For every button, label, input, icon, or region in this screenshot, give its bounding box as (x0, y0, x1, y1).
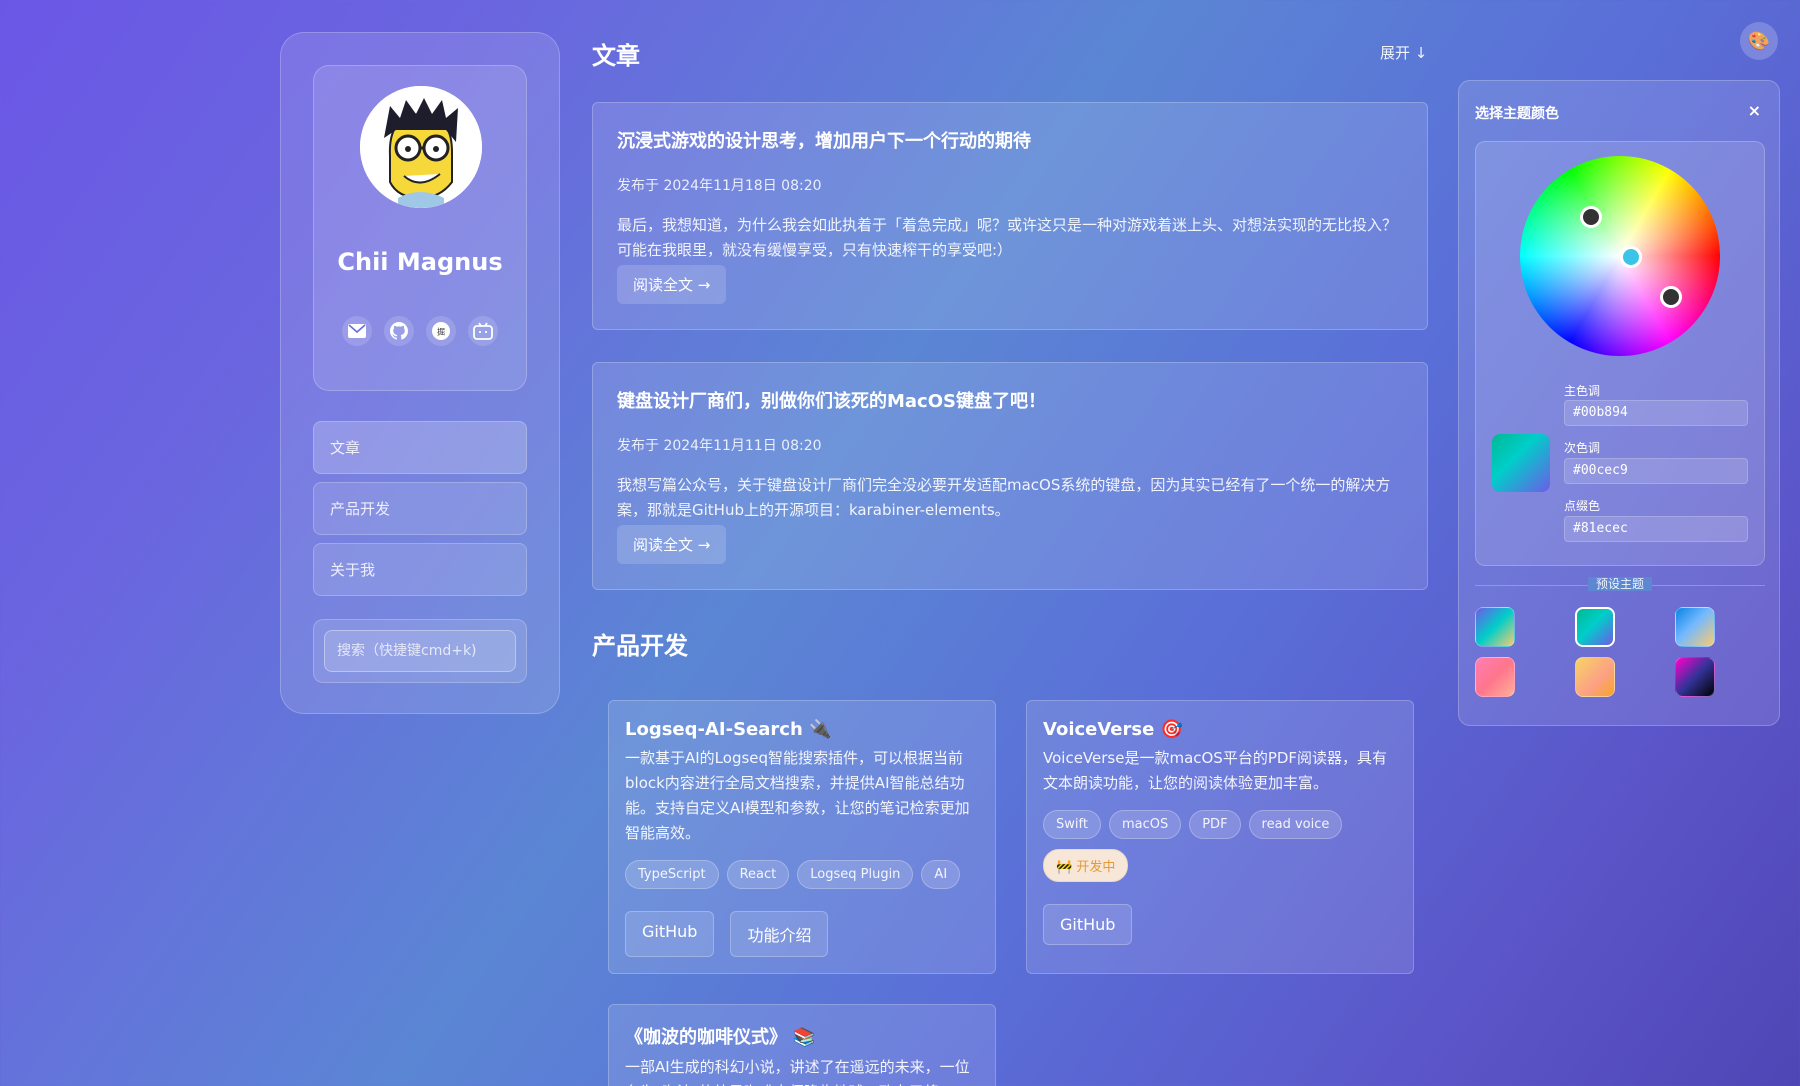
status-badge: 🚧 开发中 (1043, 849, 1129, 882)
preset-theme-swatch[interactable] (1675, 607, 1715, 647)
sidebar-nav: 文章 产品开发 关于我 (313, 421, 527, 604)
plug-icon: 🔌 (809, 719, 832, 740)
sidebar-item-articles[interactable]: 文章 (313, 421, 527, 474)
primary-color-input[interactable]: #00b894 (1564, 400, 1748, 426)
preset-theme-swatch[interactable] (1475, 607, 1515, 647)
books-icon: 📚 (793, 1027, 816, 1048)
feature-intro-button[interactable]: 功能介绍 (730, 911, 829, 957)
product-tags: Swift macOS PDF read voice (1043, 810, 1397, 839)
preset-theme-swatch[interactable] (1475, 657, 1515, 697)
read-more-button[interactable]: 阅读全文 → (617, 265, 727, 304)
preset-themes-title: 预设主题 (1475, 575, 1765, 592)
social-links: 掘 (314, 316, 526, 346)
avatar[interactable] (360, 86, 482, 208)
preset-theme-swatch[interactable] (1575, 607, 1615, 647)
product-title: VoiceVerse 🎯 (1043, 719, 1184, 740)
primary-color-label: 主色调 (1564, 384, 1601, 398)
article-excerpt: 我想写篇公众号，关于键盘设计厂商们完全没必要开发适配macOS系统的键盘，因为其… (617, 476, 1391, 519)
product-description: 一款基于AI的Logseq智能搜索插件，可以根据当前block内容进行全局文档搜… (625, 749, 970, 842)
target-icon: 🎯 (1160, 719, 1184, 740)
product-links: GitHub (1043, 904, 1397, 945)
bilibili-icon[interactable] (468, 316, 498, 346)
search-input[interactable] (324, 630, 516, 672)
sidebar: Chii Magnus 掘 文章 产品开发 关于我 (280, 32, 560, 714)
tag: React (726, 860, 790, 889)
product-title: Logseq-AI-Search 🔌 (625, 719, 832, 740)
tag: macOS (1108, 810, 1182, 839)
close-icon[interactable]: × (1748, 101, 1761, 120)
sidebar-item-products[interactable]: 产品开发 (313, 482, 527, 535)
preset-theme-swatch[interactable] (1575, 657, 1615, 697)
tag: PDF (1189, 810, 1241, 839)
svg-text:掘: 掘 (437, 328, 445, 337)
product-tags: TypeScript React Logseq Plugin AI (625, 860, 979, 889)
product-status: 🚧 开发中 (1043, 849, 1397, 882)
sidebar-item-about[interactable]: 关于我 (313, 543, 527, 596)
article-card: 键盘设计厂商们，别做你们该死的MacOS键盘了吧！ 发布于 2024年11月11… (592, 362, 1428, 590)
article-date: 发布于 2024年11月18日 08:20 (617, 178, 822, 194)
tag: read voice (1248, 810, 1343, 839)
color-handle-primary[interactable] (1620, 246, 1642, 268)
profile-card: Chii Magnus 掘 (313, 65, 527, 391)
product-links: GitHub 功能介绍 (625, 911, 979, 957)
product-title: 《咖波的咖啡仪式》 📚 (625, 1027, 816, 1048)
product-card: Logseq-AI-Search 🔌 一款基于AI的Logseq智能搜索插件，可… (608, 700, 996, 974)
products-section-title: 产品开发 (592, 632, 688, 660)
theme-panel-title: 选择主题颜色 (1475, 106, 1559, 122)
secondary-color-input[interactable]: #00cec9 (1564, 458, 1748, 484)
tag: Swift (1043, 810, 1101, 839)
articles-section-title: 文章 (592, 42, 640, 70)
secondary-color-label: 次色调 (1564, 441, 1601, 455)
github-link-button[interactable]: GitHub (625, 911, 715, 957)
color-handle-accent[interactable] (1580, 206, 1602, 228)
article-date: 发布于 2024年11月11日 08:20 (617, 438, 822, 454)
product-card: 《咖波的咖啡仪式》 📚 一部AI生成的科幻小说，讲述了在遥远的未来，一位名为"咖… (608, 1004, 996, 1086)
juejin-icon[interactable]: 掘 (426, 316, 456, 346)
read-more-button[interactable]: 阅读全文 → (617, 525, 727, 564)
article-excerpt: 最后，我想知道，为什么我会如此执着于「着急完成」呢？或许这只是一种对游戏着迷上头… (617, 216, 1398, 259)
current-gradient-swatch (1492, 434, 1550, 492)
accent-color-label: 点缀色 (1564, 499, 1601, 513)
article-title[interactable]: 键盘设计厂商们，别做你们该死的MacOS键盘了吧！ (617, 387, 1403, 413)
theme-panel: 选择主题颜色 × 主色调 #00b894 次色调 #00cec9 点缀色 #81… (1458, 80, 1780, 726)
product-card: VoiceVerse 🎯 VoiceVerse是一款macOS平台的PDF阅读器… (1026, 700, 1414, 974)
search-container (313, 619, 527, 683)
github-link-button[interactable]: GitHub (1043, 904, 1133, 945)
mail-icon[interactable] (342, 316, 372, 346)
palette-icon[interactable]: 🎨 (1740, 22, 1778, 60)
tag: AI (921, 860, 961, 889)
color-handle-secondary[interactable] (1660, 286, 1682, 308)
github-icon[interactable] (384, 316, 414, 346)
product-description: VoiceVerse是一款macOS平台的PDF阅读器，具有文本朗读功能，让您的… (1043, 749, 1388, 792)
article-card: 沉浸式游戏的设计思考，增加用户下一个行动的期待 发布于 2024年11月18日 … (592, 102, 1428, 330)
product-description: 一部AI生成的科幻小说，讲述了在遥远的未来，一位名为"咖波"的外星咖啡大师降临地… (625, 1058, 970, 1086)
expand-button[interactable]: 展开 ↓ (1380, 42, 1427, 63)
tag: TypeScript (625, 860, 719, 889)
article-title[interactable]: 沉浸式游戏的设计思考，增加用户下一个行动的期待 (617, 127, 1403, 153)
preset-theme-swatch[interactable] (1675, 657, 1715, 697)
accent-color-input[interactable]: #81ecec (1564, 516, 1748, 542)
color-picker: 主色调 #00b894 次色调 #00cec9 点缀色 #81ecec (1475, 141, 1765, 566)
tag: Logseq Plugin (797, 860, 914, 889)
profile-name: Chii Magnus (337, 248, 503, 276)
